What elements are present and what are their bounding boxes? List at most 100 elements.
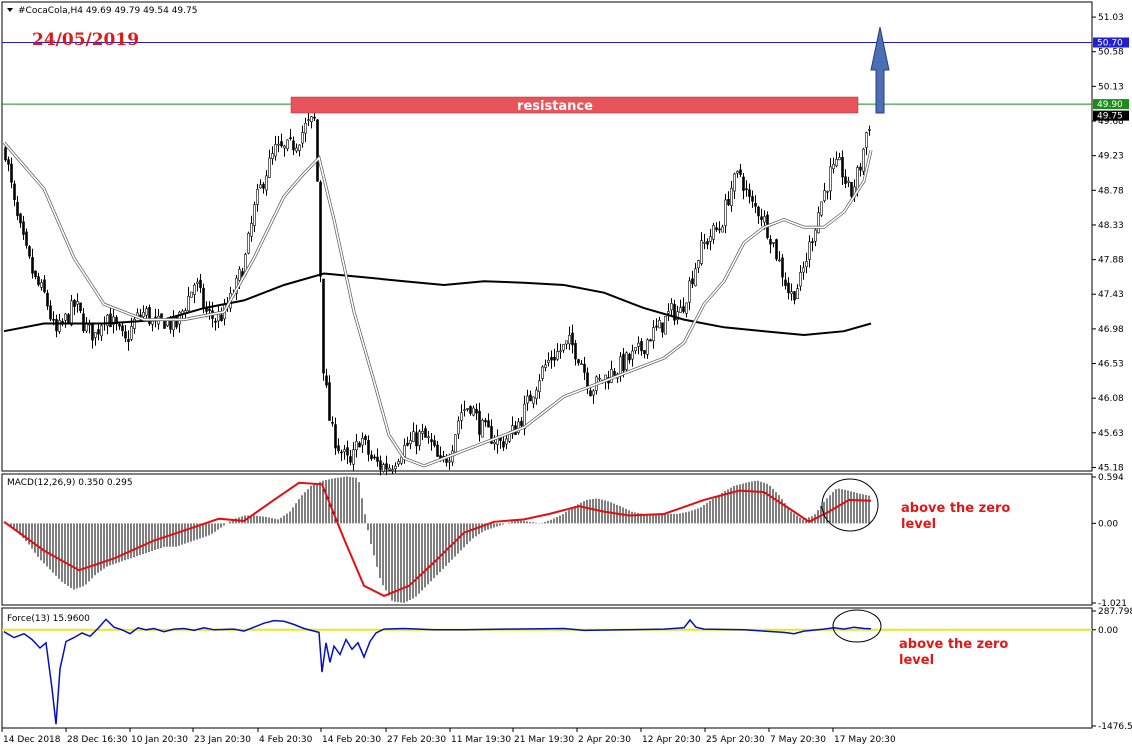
candle-body (118, 324, 121, 327)
candle-body (469, 406, 472, 414)
candle-body (697, 260, 700, 269)
candle-body (67, 314, 70, 324)
candle-body (430, 439, 433, 442)
resistance-label: resistance (517, 99, 593, 114)
candle-body (190, 291, 193, 298)
candle-body (304, 123, 307, 134)
candle-body (13, 183, 16, 200)
price-tick-label: 46.98 (1098, 325, 1124, 335)
candle-body (418, 431, 421, 446)
macd-title: MACD(12,26,9) 0.350 0.295 (7, 478, 133, 488)
candle-body (793, 291, 796, 301)
candle-body (94, 332, 97, 338)
candle-body (487, 420, 490, 428)
candle-body (268, 157, 271, 178)
candle-body (580, 363, 583, 366)
candle-body (472, 407, 475, 416)
candle-body (163, 320, 166, 329)
price-tick-label: 50.58 (1098, 48, 1124, 58)
candle-body (820, 201, 823, 216)
candle-body (34, 270, 37, 278)
candle-body (709, 236, 712, 242)
price-tick-label: 48.78 (1098, 186, 1124, 196)
candle-body (550, 357, 553, 361)
candle-body (520, 420, 523, 427)
candle-body (346, 447, 349, 456)
candle-body (370, 454, 373, 459)
candle-body (253, 204, 256, 226)
candle-body (454, 434, 457, 453)
candle-body (850, 181, 853, 197)
candle-body (37, 276, 40, 285)
force-tick-label: 287.7989 (1098, 607, 1132, 617)
candle-body (721, 226, 724, 233)
price-tick-label: 45.18 (1098, 463, 1124, 473)
candle-body (658, 319, 661, 329)
candle-body (427, 436, 430, 439)
candle-body (559, 350, 562, 353)
candle-body (538, 380, 541, 392)
force-title: Force(13) 15.9600 (7, 614, 90, 624)
candle-body (76, 301, 79, 305)
price-tick-label: 49.23 (1098, 152, 1124, 162)
x-tick-label: 4 Feb 20:30 (259, 735, 313, 745)
candle-body (724, 199, 727, 226)
candle-body (829, 166, 832, 192)
candle-body (832, 163, 835, 170)
candle-body (286, 139, 289, 150)
candle-body (484, 420, 487, 423)
candle-body (856, 167, 859, 190)
force-tick-label: -1476.51 (1098, 722, 1132, 732)
price-tick-label: 45.63 (1098, 429, 1124, 439)
candle-body (199, 279, 202, 288)
candle-body (208, 308, 211, 311)
x-tick-label: 21 Mar 19:30 (514, 735, 574, 745)
candle-body (16, 202, 19, 217)
macd-note-line1: above the zero (901, 501, 1010, 516)
candle-body (715, 227, 718, 230)
candle-body (646, 339, 649, 355)
candle-body (322, 278, 325, 374)
candle-body (91, 322, 94, 341)
candle-body (349, 456, 352, 463)
candle-body (811, 241, 814, 243)
candle-body (544, 364, 547, 368)
x-tick-label: 12 Apr 20:30 (642, 735, 701, 745)
candle-body (835, 158, 838, 167)
candle-body (799, 272, 802, 287)
candle-body (196, 281, 199, 284)
candle-body (655, 325, 658, 328)
candle-body (751, 196, 754, 202)
force-tick-label: 0.00 (1098, 626, 1118, 636)
candle-body (292, 140, 295, 151)
candle-body (394, 465, 397, 469)
candle-body (130, 326, 133, 340)
candle-body (823, 190, 826, 201)
price-tick-label: 47.88 (1098, 256, 1124, 266)
candle-body (727, 199, 730, 206)
candle-body (331, 422, 334, 424)
price-tag-label: 50.70 (1097, 38, 1123, 48)
candle-body (10, 163, 13, 183)
candle-body (574, 343, 577, 360)
candle-body (547, 359, 550, 363)
candle-body (457, 420, 460, 435)
candle-body (628, 353, 631, 361)
candle-body (826, 190, 829, 193)
candle-body (868, 129, 871, 131)
candle-body (640, 341, 643, 352)
candle-body (367, 440, 370, 455)
candle-body (796, 288, 799, 299)
candle-body (328, 382, 331, 421)
candle-body (613, 371, 616, 376)
candle-body (364, 436, 367, 440)
candle-body (127, 339, 130, 342)
candle-body (691, 278, 694, 285)
macd-panel-frame (1, 473, 1093, 606)
candle-body (313, 116, 316, 119)
x-tick-label: 27 Feb 20:30 (387, 735, 446, 745)
candle-body (781, 257, 784, 278)
candle-body (790, 291, 793, 295)
candle-body (730, 187, 733, 206)
macd-tick-label: 0.00 (1098, 519, 1118, 529)
